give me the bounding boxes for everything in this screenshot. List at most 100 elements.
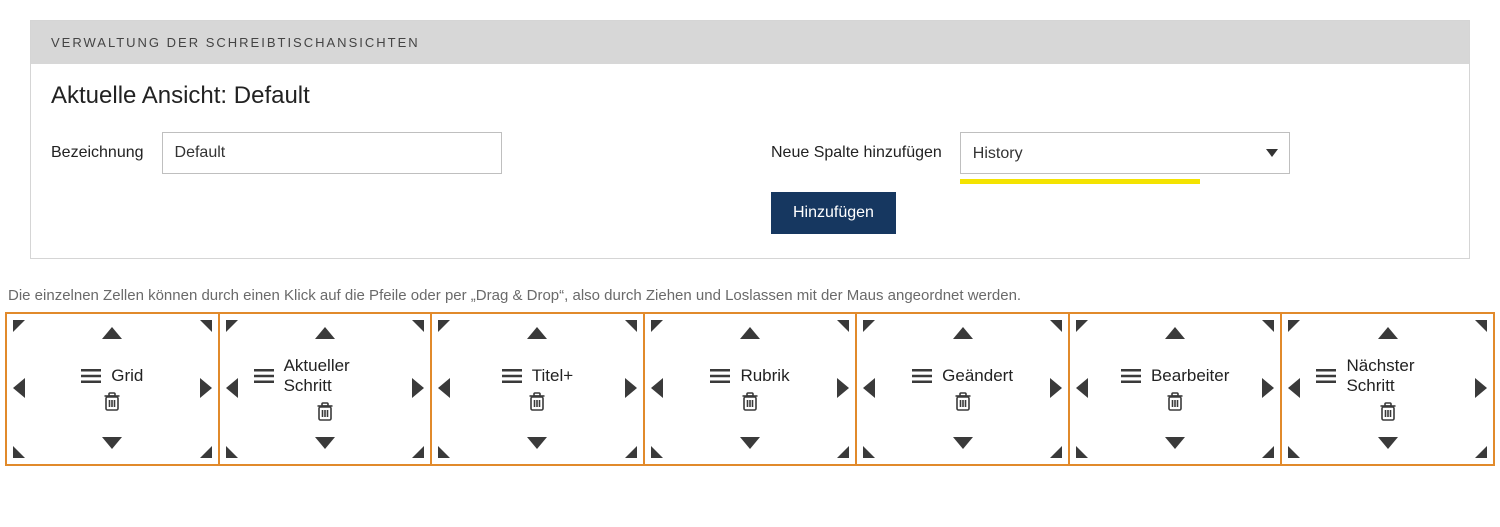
column-cell[interactable]: Bearbeiter — [1070, 314, 1283, 464]
arrow-down-icon[interactable] — [740, 436, 760, 452]
drag-handle-icon[interactable] — [1121, 368, 1141, 384]
arrow-right-icon[interactable] — [625, 378, 637, 401]
corner-top-right-icon[interactable] — [408, 320, 424, 336]
corner-bottom-right-icon[interactable] — [833, 442, 849, 458]
corner-top-left-icon[interactable] — [1288, 320, 1304, 336]
column-cell[interactable]: Grid — [7, 314, 220, 464]
corner-top-left-icon[interactable] — [13, 320, 29, 336]
cell-label: Nächster Schritt — [1346, 356, 1459, 396]
trash-icon[interactable] — [1166, 392, 1184, 412]
trash-icon[interactable] — [528, 392, 546, 412]
corner-bottom-right-icon[interactable] — [1258, 442, 1274, 458]
arrow-left-icon[interactable] — [13, 378, 25, 401]
drag-handle-icon[interactable] — [1316, 368, 1336, 384]
add-column-select[interactable]: History — [960, 132, 1290, 174]
trash-icon[interactable] — [741, 392, 759, 412]
column-cell[interactable]: Aktueller Schritt — [220, 314, 433, 464]
cell-label: Bearbeiter — [1151, 366, 1229, 386]
corner-bottom-left-icon[interactable] — [651, 442, 667, 458]
corner-top-left-icon[interactable] — [863, 320, 879, 336]
column-cell[interactable]: Nächster Schritt — [1282, 314, 1493, 464]
corner-top-right-icon[interactable] — [1258, 320, 1274, 336]
arrow-up-icon[interactable] — [953, 326, 973, 342]
corner-bottom-right-icon[interactable] — [1471, 442, 1487, 458]
column-cell[interactable]: Rubrik — [645, 314, 858, 464]
corner-top-left-icon[interactable] — [226, 320, 242, 336]
cell-center: Aktueller Schritt — [254, 356, 397, 422]
cell-center: Geändert — [912, 366, 1013, 412]
name-label: Bezeichnung — [51, 144, 144, 162]
cell-center: Grid — [81, 366, 143, 412]
drag-handle-icon[interactable] — [502, 368, 522, 384]
corner-bottom-right-icon[interactable] — [1046, 442, 1062, 458]
cell-label: Grid — [111, 366, 143, 386]
trash-icon[interactable] — [316, 402, 334, 422]
arrow-left-icon[interactable] — [226, 378, 238, 401]
arrow-up-icon[interactable] — [1165, 326, 1185, 342]
arrow-right-icon[interactable] — [1475, 378, 1487, 401]
arrow-down-icon[interactable] — [1378, 436, 1398, 452]
highlight-underline — [960, 179, 1200, 184]
corner-top-right-icon[interactable] — [621, 320, 637, 336]
arrow-down-icon[interactable] — [1165, 436, 1185, 452]
arrow-up-icon[interactable] — [740, 326, 760, 342]
arrow-up-icon[interactable] — [527, 326, 547, 342]
arrow-right-icon[interactable] — [1262, 378, 1274, 401]
cell-label: Aktueller Schritt — [284, 356, 397, 396]
corner-top-right-icon[interactable] — [833, 320, 849, 336]
trash-icon[interactable] — [103, 392, 121, 412]
add-column-select-wrap: History — [960, 132, 1290, 174]
corner-bottom-left-icon[interactable] — [863, 442, 879, 458]
current-view-title: Aktuelle Ansicht: Default — [51, 82, 1449, 110]
arrow-right-icon[interactable] — [412, 378, 424, 401]
drag-handle-icon[interactable] — [81, 368, 101, 384]
trash-icon[interactable] — [954, 392, 972, 412]
trash-icon[interactable] — [1379, 402, 1397, 422]
corner-top-left-icon[interactable] — [651, 320, 667, 336]
add-column-label: Neue Spalte hinzufügen — [771, 144, 942, 162]
corner-bottom-right-icon[interactable] — [196, 442, 212, 458]
arrow-down-icon[interactable] — [953, 436, 973, 452]
cell-center: Titel+ — [502, 366, 573, 412]
add-column-button[interactable]: Hinzufügen — [771, 192, 896, 234]
arrow-left-icon[interactable] — [863, 378, 875, 401]
name-input[interactable] — [162, 132, 502, 174]
arrow-down-icon[interactable] — [315, 436, 335, 452]
hint-text: Die einzelnen Zellen können durch einen … — [8, 287, 1492, 304]
drag-handle-icon[interactable] — [912, 368, 932, 384]
corner-bottom-left-icon[interactable] — [1288, 442, 1304, 458]
arrow-right-icon[interactable] — [837, 378, 849, 401]
arrow-right-icon[interactable] — [200, 378, 212, 401]
form-row: Bezeichnung Neue Spalte hinzufügen Histo… — [51, 132, 1449, 234]
corner-bottom-left-icon[interactable] — [1076, 442, 1092, 458]
arrow-down-icon[interactable] — [527, 436, 547, 452]
cell-center: Bearbeiter — [1121, 366, 1229, 412]
arrow-down-icon[interactable] — [102, 436, 122, 452]
cell-center: Rubrik — [710, 366, 789, 412]
corner-top-right-icon[interactable] — [1471, 320, 1487, 336]
arrow-right-icon[interactable] — [1050, 378, 1062, 401]
column-cell[interactable]: Titel+ — [432, 314, 645, 464]
corner-top-left-icon[interactable] — [438, 320, 454, 336]
column-cell[interactable]: Geändert — [857, 314, 1070, 464]
corner-top-left-icon[interactable] — [1076, 320, 1092, 336]
arrow-left-icon[interactable] — [651, 378, 663, 401]
arrow-left-icon[interactable] — [1076, 378, 1088, 401]
arrow-up-icon[interactable] — [315, 326, 335, 342]
corner-bottom-left-icon[interactable] — [13, 442, 29, 458]
corner-bottom-left-icon[interactable] — [438, 442, 454, 458]
cell-center: Nächster Schritt — [1316, 356, 1459, 422]
cells-row: Grid Aktueller Schritt Titel+ Rubrik Geänder… — [5, 312, 1495, 466]
arrow-left-icon[interactable] — [438, 378, 450, 401]
arrow-up-icon[interactable] — [102, 326, 122, 342]
corner-bottom-right-icon[interactable] — [621, 442, 637, 458]
corner-bottom-right-icon[interactable] — [408, 442, 424, 458]
drag-handle-icon[interactable] — [254, 368, 274, 384]
arrow-up-icon[interactable] — [1378, 326, 1398, 342]
corner-top-right-icon[interactable] — [1046, 320, 1062, 336]
arrow-left-icon[interactable] — [1288, 378, 1300, 401]
corner-bottom-left-icon[interactable] — [226, 442, 242, 458]
cell-label: Rubrik — [740, 366, 789, 386]
drag-handle-icon[interactable] — [710, 368, 730, 384]
corner-top-right-icon[interactable] — [196, 320, 212, 336]
